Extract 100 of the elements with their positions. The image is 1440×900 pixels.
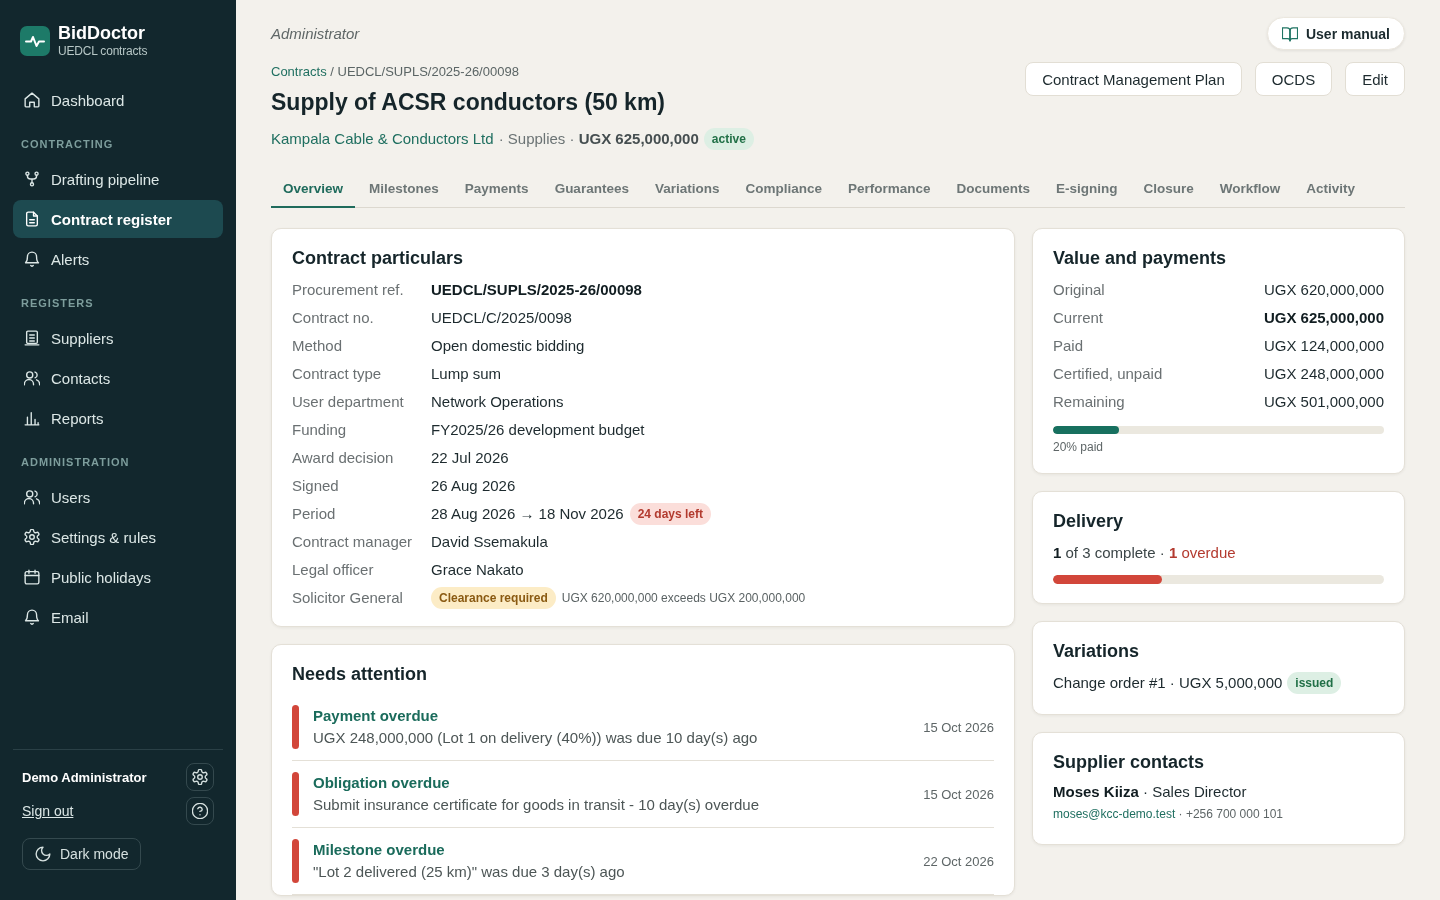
nav-item[interactable]: Contacts xyxy=(13,359,223,397)
field-value: Network Operations xyxy=(431,392,564,412)
tab[interactable]: Payments xyxy=(452,171,541,208)
progress-caption: 20% paid xyxy=(1053,439,1105,455)
section-heading: CONTRACTING xyxy=(20,137,115,152)
field-label: Method xyxy=(292,336,344,356)
field-label: Award decision xyxy=(292,448,395,468)
action-button[interactable]: Contract Management Plan xyxy=(1025,62,1242,96)
alert-marker-icon xyxy=(292,839,299,883)
field-value: Open domestic bidding xyxy=(431,336,585,356)
role-label: Administrator xyxy=(271,25,360,42)
document-icon xyxy=(24,211,40,227)
dark-mode-button[interactable]: Dark mode xyxy=(22,838,142,870)
supplier-link[interactable]: Kampala Cable & Conductors Ltd xyxy=(271,127,494,151)
help-button[interactable] xyxy=(186,797,214,825)
card-title: Delivery xyxy=(1053,510,1125,533)
payment-amount: UGX 620,000,000 xyxy=(1263,280,1384,300)
bell-icon xyxy=(24,251,40,267)
payment-label: Current xyxy=(1053,308,1104,328)
field-label: Funding xyxy=(292,420,348,440)
section-heading: ADMINISTRATION xyxy=(20,455,131,470)
payment-amount: UGX 248,000,000 xyxy=(1263,364,1384,384)
payment-label: Remaining xyxy=(1053,392,1125,412)
action-button[interactable]: Edit xyxy=(1345,62,1405,96)
card-title: Variations xyxy=(1053,640,1141,663)
field-label: Solicitor General xyxy=(292,588,404,608)
tab[interactable]: Closure xyxy=(1131,171,1206,208)
tab[interactable]: Documents xyxy=(944,171,1043,208)
bar-chart-icon xyxy=(24,410,40,426)
payment-label: Paid xyxy=(1053,336,1084,356)
alert-date: 15 Oct 2026 xyxy=(923,786,994,802)
payment-amount: UGX 124,000,000 xyxy=(1263,336,1384,356)
nav-item[interactable]: Public holidays xyxy=(13,558,223,596)
app-subtitle: UEDCL contracts xyxy=(58,43,148,59)
field-value: 26 Aug 2026 xyxy=(431,476,516,496)
alert-description: Submit insurance certificate for goods in transit - 10 day(s) overdue xyxy=(313,795,761,815)
user-name: Demo Administrator xyxy=(22,769,147,785)
status-badge: Clearance required xyxy=(431,587,556,609)
pulse-logo-icon xyxy=(20,26,50,56)
variation-summary: Change order #1 · UGX 5,000,000 xyxy=(1053,673,1283,693)
nav-item[interactable]: Settings & rules xyxy=(13,518,223,556)
breadcrumb-current: / UEDCL/SUPLS/2025-26/00098 xyxy=(330,64,519,79)
home-icon xyxy=(24,92,40,108)
nav-item[interactable]: Suppliers xyxy=(13,319,223,357)
field-label: Period xyxy=(292,504,337,524)
alert-date: 15 Oct 2026 xyxy=(923,719,994,735)
payment-amount: UGX 501,000,000 xyxy=(1263,392,1384,412)
nav-item[interactable]: Users xyxy=(13,478,223,516)
page-title: Supply of ACSR conductors (50 km) xyxy=(271,88,667,117)
nav-item[interactable]: Reports xyxy=(13,399,223,437)
sign-out-link[interactable]: Sign out xyxy=(22,803,74,819)
alert-title: Obligation overdue xyxy=(313,773,451,793)
action-button[interactable]: OCDS xyxy=(1254,62,1333,96)
building-icon xyxy=(24,330,40,346)
email-link[interactable]: moses@kcc-demo.test xyxy=(1053,807,1176,821)
contract-meta: · Supplies · UGX 625,000,000 xyxy=(498,129,699,149)
tab[interactable]: E-signing xyxy=(1044,171,1130,208)
card-title: Value and payments xyxy=(1053,247,1228,270)
nav-item[interactable]: Contract register xyxy=(13,200,223,238)
alert-description: "Lot 2 delivered (25 km)" was due 3 day(s) ago xyxy=(313,862,626,882)
alert-description: UGX 248,000,000 (Lot 1 on delivery (40%)) was due 10 day(s) ago xyxy=(313,728,759,748)
tab[interactable]: Milestones xyxy=(357,171,451,208)
status-badge: active xyxy=(703,128,754,150)
alert-marker-icon xyxy=(292,705,299,749)
settings-button[interactable] xyxy=(186,763,214,791)
field-label: Contract manager xyxy=(292,532,414,552)
field-label: Legal officer xyxy=(292,560,375,580)
breadcrumb-link[interactable]: Contracts xyxy=(271,64,327,79)
field-value: UEDCL/SUPLS/2025-26/00098 xyxy=(431,280,642,300)
payment-label: Certified, unpaid xyxy=(1053,364,1163,384)
tab[interactable]: Activity xyxy=(1294,171,1368,208)
field-value: 22 Jul 2026 xyxy=(431,448,509,468)
section-heading: REGISTERS xyxy=(20,296,95,311)
field-value: UEDCL/C/2025/0098 xyxy=(431,308,572,328)
tab[interactable]: Workflow xyxy=(1207,171,1293,208)
fork-icon xyxy=(24,171,40,187)
field-label: Contract no. xyxy=(292,308,375,328)
tab[interactable]: Performance xyxy=(836,171,943,208)
tab[interactable]: Guarantees xyxy=(542,171,641,208)
card-title: Needs attention xyxy=(292,663,429,686)
nav-item[interactable]: Drafting pipeline xyxy=(13,160,223,198)
field-value: David Ssemakula xyxy=(431,532,548,552)
users-icon xyxy=(24,489,40,505)
card-title: Contract particulars xyxy=(292,247,465,270)
tab[interactable]: Compliance xyxy=(733,171,834,208)
tab[interactable]: Overview xyxy=(271,171,356,208)
status-badge: 24 days left xyxy=(629,503,712,525)
settings-icon xyxy=(24,529,40,545)
field-value: FY2025/26 development budget xyxy=(431,420,645,440)
tab[interactable]: Variations xyxy=(642,171,732,208)
contact-phone: · +256 700 000 101 xyxy=(1178,807,1283,821)
nav-item[interactable]: Email xyxy=(13,598,223,636)
nav-item[interactable]: Alerts xyxy=(13,240,223,278)
alert-marker-icon xyxy=(292,772,299,816)
nav-item[interactable]: Dashboard xyxy=(13,81,223,119)
user-manual-button[interactable]: User manual xyxy=(1266,17,1405,50)
payment-amount: UGX 625,000,000 xyxy=(1263,308,1384,328)
contact-person: Moses Kiiza · Sales Director xyxy=(1053,782,1248,802)
settings-icon xyxy=(192,769,208,785)
calendar-icon xyxy=(24,569,40,585)
